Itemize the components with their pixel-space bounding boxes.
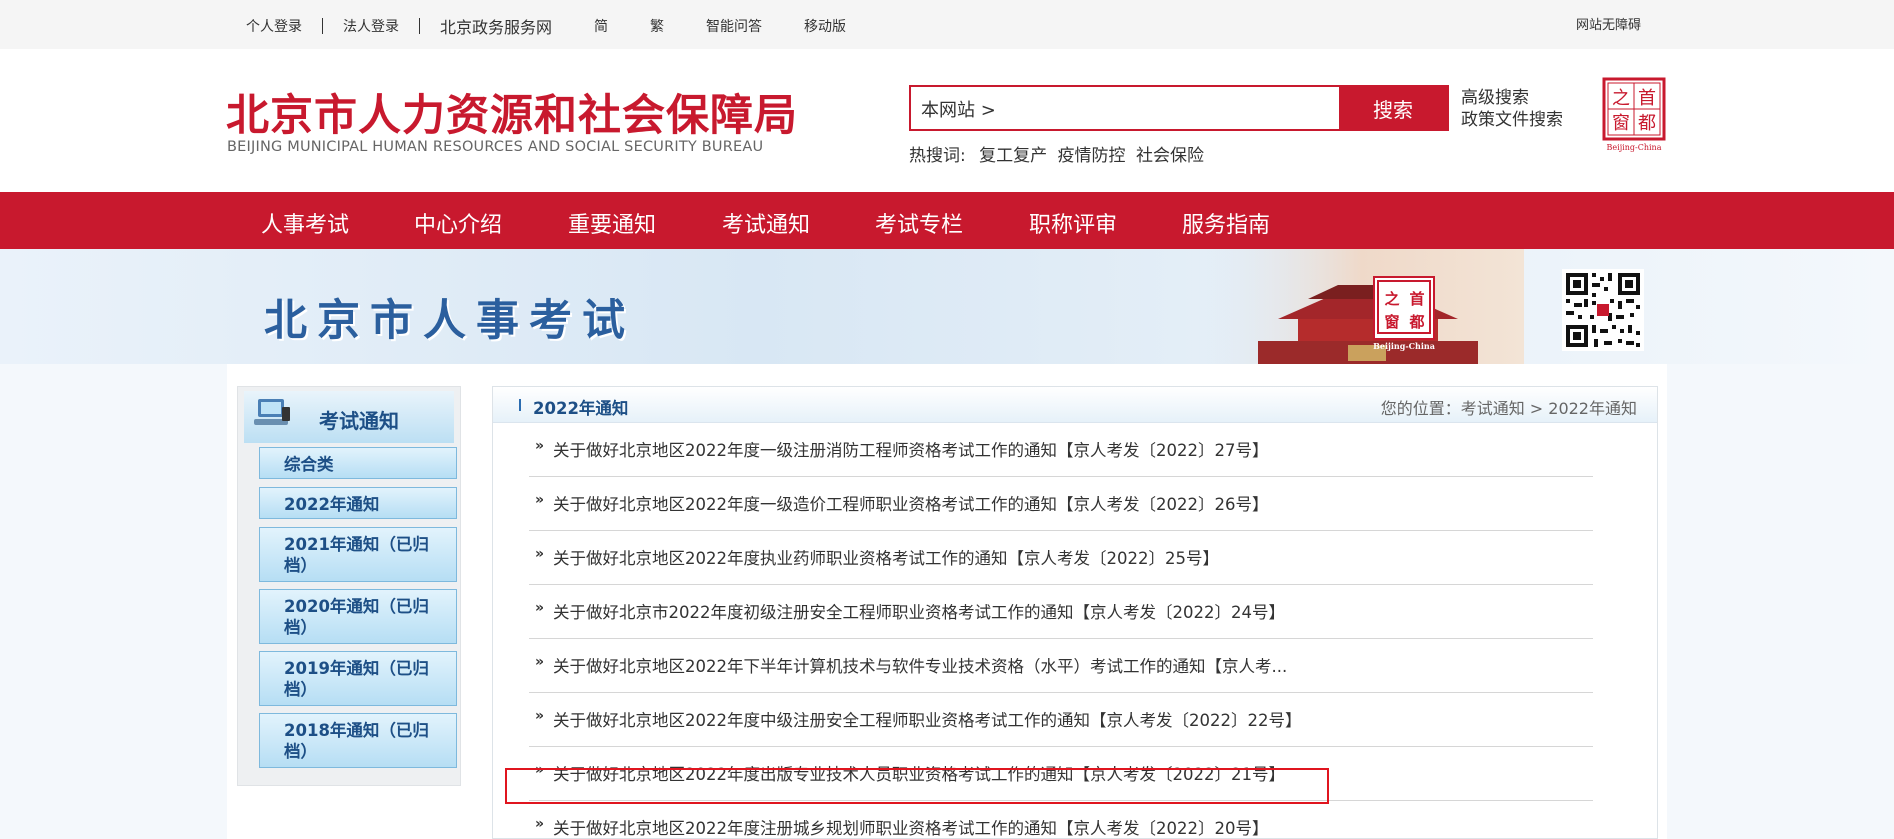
- policy-search-link[interactable]: 政策文件搜索: [1461, 109, 1563, 131]
- personal-login-link[interactable]: 个人登录: [246, 16, 302, 36]
- nav-item-exam-notice[interactable]: 考试通知: [722, 207, 810, 239]
- advanced-search-link[interactable]: 高级搜索: [1461, 87, 1563, 109]
- sidebar: 考试通知 综合类 2022年通知 2021年通知（已归档） 2020年通知（已归…: [237, 386, 461, 786]
- nav-item-title-review[interactable]: 职称评审: [1029, 207, 1117, 239]
- smart-qa-link[interactable]: 智能问答: [706, 16, 762, 36]
- site-logo-title[interactable]: 北京市人力资源和社会保障局: [226, 81, 798, 143]
- sidebar-item-2018[interactable]: 2018年通知（已归档）: [259, 713, 457, 768]
- search-button[interactable]: 搜索: [1339, 87, 1447, 129]
- seal-char: 首: [1638, 88, 1656, 109]
- legal-login-link[interactable]: 法人登录: [343, 16, 399, 36]
- sidebar-item-general[interactable]: 综合类: [259, 447, 457, 479]
- divider: [419, 18, 420, 34]
- seal-char: 都: [1408, 313, 1424, 331]
- banner-title: 北京市人事考试: [264, 296, 635, 346]
- seal-char: 窗: [1384, 313, 1399, 331]
- main-nav: 人事考试 中心介绍 重要通知 考试通知 考试专栏 职称评审 服务指南: [0, 192, 1894, 249]
- header: 北京市人力资源和社会保障局 BEIJING MUNICIPAL HUMAN RE…: [0, 49, 1894, 192]
- nav-item-exam-column[interactable]: 考试专栏: [875, 207, 963, 239]
- seal-char: 之: [1384, 290, 1399, 308]
- seal-char: 都: [1638, 113, 1656, 134]
- news-title[interactable]: 关于做好北京地区2022年度中级注册安全工程师职业资格考试工作的通知【京人考发〔…: [553, 707, 1301, 731]
- news-title[interactable]: 关于做好北京市2022年度初级注册安全工程师职业资格考试工作的通知【京人考发〔2…: [553, 599, 1285, 623]
- sidebar-header: 考试通知: [244, 391, 454, 443]
- search-box: 本网站 > 搜索: [909, 85, 1449, 131]
- seal-caption: Beijing-China: [1607, 143, 1662, 152]
- seal-char: 窗: [1612, 113, 1630, 134]
- site-logo-subtitle: BEIJING MUNICIPAL HUMAN RESOURCES AND SO…: [227, 139, 764, 155]
- highlight-box: [505, 768, 1329, 804]
- computer-icon: [254, 399, 290, 425]
- news-item[interactable]: » 关于做好北京市2022年度初级注册安全工程师职业资格考试工作的通知【京人考发…: [529, 585, 1593, 639]
- service-portal-link[interactable]: 北京政务服务网: [440, 14, 552, 38]
- double-arrow-icon: »: [535, 546, 545, 562]
- sidebar-item-2022[interactable]: 2022年通知: [259, 487, 457, 519]
- divider: [322, 18, 323, 34]
- banner: 北京市人事考试 之 首 窗 都 Beijing-China: [0, 249, 1894, 364]
- mobile-link[interactable]: 移动版: [804, 16, 846, 36]
- hot-word-link[interactable]: 社会保险: [1136, 146, 1204, 166]
- seal-char: 首: [1409, 290, 1424, 308]
- content-header: 2022年通知 您的位置：考试通知 > 2022年通知: [493, 387, 1657, 423]
- hot-word-link[interactable]: 疫情防控: [1058, 146, 1126, 166]
- capital-window-seal-icon[interactable]: 之 首 窗 都 Beijing-China: [1602, 77, 1666, 153]
- double-arrow-icon: »: [535, 816, 545, 832]
- nav-item-center-intro[interactable]: 中心介绍: [414, 207, 502, 239]
- top-bar: 个人登录 法人登录 北京政务服务网 简 繁 智能问答 移动版 网站无障碍: [0, 0, 1894, 49]
- simplified-link[interactable]: 简: [594, 16, 608, 36]
- news-item[interactable]: » 关于做好北京地区2022年度一级注册消防工程师资格考试工作的通知【京人考发〔…: [529, 423, 1593, 477]
- hot-search-label: 热搜词:: [909, 146, 966, 166]
- hot-word-link[interactable]: 复工复产: [979, 146, 1047, 166]
- double-arrow-icon: »: [535, 600, 545, 616]
- news-title[interactable]: 关于做好北京地区2022年度执业药师职业资格考试工作的通知【京人考发〔2022〕…: [553, 545, 1219, 569]
- search-scope-input[interactable]: 本网站 >: [911, 87, 1339, 129]
- content-title: 2022年通知: [533, 399, 629, 418]
- sidebar-item-2019[interactable]: 2019年通知（已归档）: [259, 651, 457, 706]
- news-title[interactable]: 关于做好北京地区2022年度一级注册消防工程师资格考试工作的通知【京人考发〔20…: [553, 437, 1268, 461]
- news-title[interactable]: 关于做好北京地区2022年度一级造价工程师职业资格考试工作的通知【京人考发〔20…: [553, 491, 1268, 515]
- news-title[interactable]: 关于做好北京地区2022年下半年计算机技术与软件专业技术资格（水平）考试工作的通…: [553, 653, 1287, 677]
- news-title[interactable]: 关于做好北京地区2022年度注册城乡规划师职业资格考试工作的通知【京人考发〔20…: [553, 815, 1268, 839]
- double-arrow-icon: »: [535, 708, 545, 724]
- nav-item-important-notice[interactable]: 重要通知: [568, 207, 656, 239]
- qr-code-icon: [1562, 269, 1644, 351]
- double-arrow-icon: »: [535, 654, 545, 670]
- seal-char: 之: [1612, 88, 1630, 109]
- sidebar-title: 考试通知: [319, 409, 399, 433]
- advanced-search-links: 高级搜索 政策文件搜索: [1461, 87, 1563, 131]
- title-marker: [519, 399, 521, 411]
- news-item[interactable]: » 关于做好北京地区2022年度中级注册安全工程师职业资格考试工作的通知【京人考…: [529, 693, 1593, 747]
- top-links: 个人登录 法人登录 北京政务服务网 简 繁 智能问答 移动版: [246, 14, 888, 38]
- nav-item-service-guide[interactable]: 服务指南: [1182, 207, 1270, 239]
- nav-item-personnel-exam[interactable]: 人事考试: [261, 207, 349, 239]
- accessibility-link[interactable]: 网站无障碍: [1576, 14, 1641, 33]
- double-arrow-icon: »: [535, 438, 545, 454]
- seal-caption: Beijing-China: [1373, 341, 1435, 351]
- news-item[interactable]: » 关于做好北京地区2022年下半年计算机技术与软件专业技术资格（水平）考试工作…: [529, 639, 1593, 693]
- breadcrumb: 您的位置：考试通知 > 2022年通知: [1380, 399, 1637, 418]
- news-item[interactable]: » 关于做好北京地区2022年度一级造价工程师职业资格考试工作的通知【京人考发〔…: [529, 477, 1593, 531]
- double-arrow-icon: »: [535, 492, 545, 508]
- sidebar-item-2021[interactable]: 2021年通知（已归档）: [259, 527, 457, 582]
- traditional-link[interactable]: 繁: [650, 16, 664, 36]
- news-item[interactable]: » 关于做好北京地区2022年度注册城乡规划师职业资格考试工作的通知【京人考发〔…: [529, 801, 1593, 839]
- news-item[interactable]: » 关于做好北京地区2022年度执业药师职业资格考试工作的通知【京人考发〔202…: [529, 531, 1593, 585]
- sidebar-item-2020[interactable]: 2020年通知（已归档）: [259, 589, 457, 644]
- hot-search: 热搜词: 复工复产 疫情防控 社会保险: [909, 141, 1209, 166]
- tiananmen-gate-image: 之 首 窗 都 Beijing-China: [1198, 249, 1524, 364]
